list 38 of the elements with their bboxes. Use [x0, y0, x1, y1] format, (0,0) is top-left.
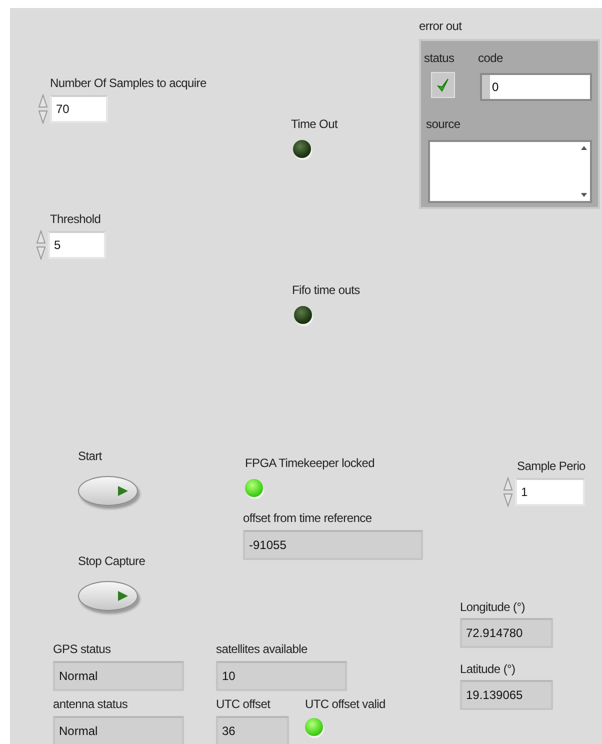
indicator-field: 10: [216, 661, 347, 691]
scroll-up-icon[interactable]: [581, 146, 587, 150]
code-label: code: [478, 51, 503, 66]
play-icon: [117, 590, 129, 602]
scroll-down-icon[interactable]: [581, 193, 587, 197]
numeric-field[interactable]: 1: [515, 478, 585, 506]
led-label: Fifo time outs: [292, 283, 360, 298]
boolean-button[interactable]: [78, 581, 138, 611]
indicator-label: Longitude (°): [460, 600, 525, 615]
control-label: Sample Perio: [517, 459, 586, 474]
button-label: Stop Capture: [78, 554, 146, 569]
indicator-field: 36: [216, 716, 289, 744]
code-field: 0: [480, 73, 592, 101]
check-icon: [437, 78, 449, 92]
control-label: Threshold: [50, 212, 101, 227]
status-label: status: [424, 51, 454, 66]
indicator-field: 72.914780: [460, 618, 553, 648]
boolean-button[interactable]: [78, 476, 138, 506]
led-label: UTC offset valid: [305, 697, 386, 712]
indicator-label: UTC offset: [216, 697, 270, 712]
led-label: Time Out: [291, 117, 338, 132]
indicator-label: offset from time reference: [243, 511, 372, 526]
indicator-field: 19.139065: [460, 680, 553, 710]
button-label: Start: [78, 449, 102, 464]
play-icon: [117, 485, 129, 497]
indicator-field: Normal: [53, 716, 184, 744]
indicator-label: satellites available: [216, 642, 308, 657]
numeric-field[interactable]: 70: [50, 95, 108, 123]
indicator-field: -91055: [243, 530, 423, 560]
indicator-label: antenna status: [53, 697, 128, 712]
cluster-label: error out: [419, 19, 462, 34]
control-label: Number Of Samples to acquire: [50, 76, 206, 91]
numeric-field[interactable]: 5: [48, 231, 106, 259]
indicator-label: GPS status: [53, 642, 111, 657]
indicator-field: Normal: [53, 661, 184, 691]
led-label: FPGA Timekeeper locked: [245, 456, 374, 471]
source-label: source: [426, 117, 460, 132]
indicator-label: Latitude (°): [460, 662, 516, 677]
